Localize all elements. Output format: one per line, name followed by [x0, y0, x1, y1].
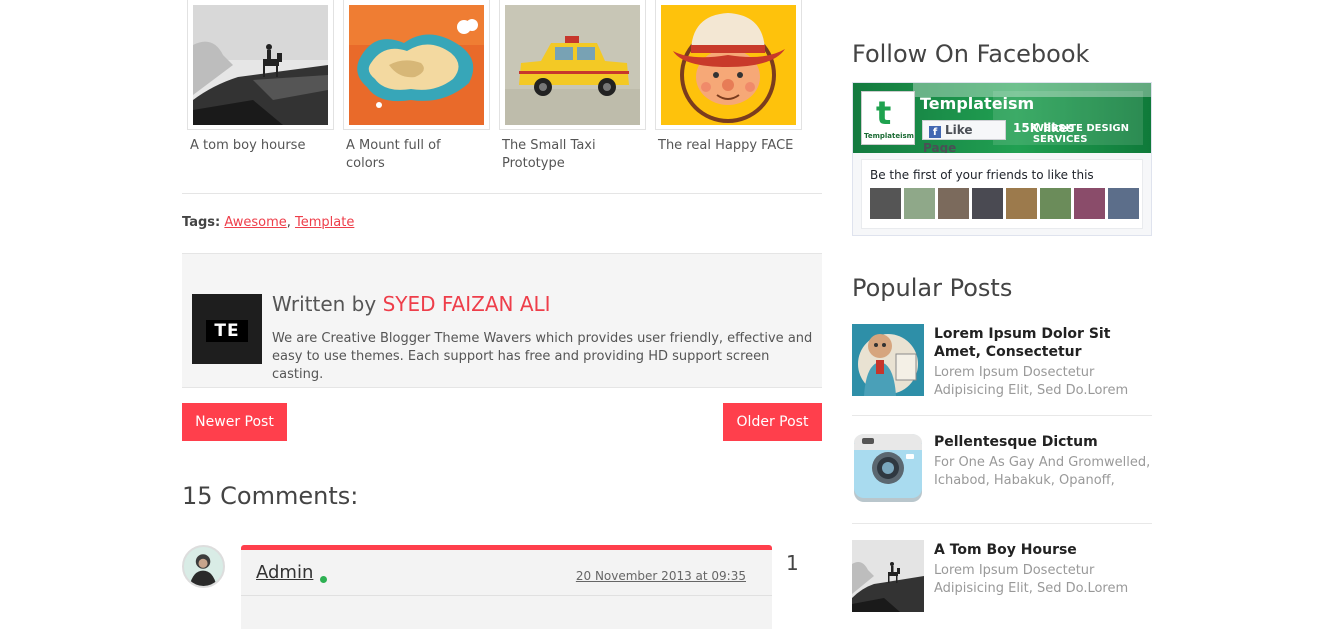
colorful-island-image — [349, 5, 484, 125]
popular-post-description: Lorem Ipsum Dosectetur Adipisicing Elit,… — [934, 365, 1129, 398]
cartoon-man-image — [852, 324, 924, 396]
related-posts: A tom boy hourse A Mount full of colors — [187, 0, 827, 185]
comment-date[interactable]: 20 November 2013 at 09:35 — [576, 569, 746, 583]
divider — [182, 193, 822, 194]
tag-link-template[interactable]: Template — [295, 215, 354, 230]
friend-avatar[interactable] — [972, 188, 1003, 219]
popular-post-description: For One As Gay And Gromwelled, Ichabod, … — [934, 455, 1151, 488]
related-post-image[interactable] — [187, 0, 334, 130]
related-post-image[interactable] — [655, 0, 802, 130]
related-post-title[interactable]: A Mount full of colors — [343, 137, 483, 173]
popular-post-item[interactable]: Lorem Ipsum Dolor Sit Amet, Consectetur … — [852, 324, 1152, 416]
popular-post-description: Lorem Ipsum Dosectetur Adipisicing Elit,… — [934, 563, 1129, 596]
related-post-image[interactable] — [499, 0, 646, 130]
friend-avatar[interactable] — [938, 188, 969, 219]
facebook-cover-image[interactable]: WEBSITE DESIGN SERVICES t Templateism Tem… — [853, 83, 1151, 153]
post-tags: Tags: Awesome, Template — [182, 215, 355, 230]
author-avatar-logo: TE — [206, 320, 248, 342]
written-by-label: Written by — [272, 292, 377, 316]
horse-rider-image — [193, 5, 328, 125]
related-post-image[interactable] — [343, 0, 490, 130]
author-box: TE Written by SYED FAIZAN ALI We are Cre… — [182, 253, 822, 388]
related-post[interactable]: A Mount full of colors — [343, 0, 490, 173]
older-post-button[interactable]: Older Post — [723, 403, 822, 441]
facebook-page-widget: WEBSITE DESIGN SERVICES t Templateism Tem… — [852, 82, 1152, 236]
author-heading: Written by SYED FAIZAN ALI — [272, 292, 551, 316]
friend-avatar[interactable] — [1040, 188, 1071, 219]
comment-number: 1 — [786, 551, 799, 575]
author-avatar: TE — [192, 294, 262, 364]
author-description: We are Creative Blogger Theme Wavers whi… — [272, 331, 813, 382]
camera-icon — [852, 432, 924, 504]
facebook-page-name[interactable]: Templateism — [920, 94, 1034, 113]
popular-post-title[interactable]: Lorem Ipsum Dolor Sit Amet, Consectetur — [934, 325, 1152, 361]
friend-avatar[interactable] — [1108, 188, 1139, 219]
tag-link-awesome[interactable]: Awesome — [224, 215, 286, 230]
facebook-friend-faces — [870, 188, 1142, 223]
related-post-title[interactable]: The real Happy FACE — [655, 137, 795, 155]
popular-post-title[interactable]: A Tom Boy Hourse — [934, 541, 1152, 559]
facebook-friends-text: Be the first of your friends to like thi… — [870, 168, 1094, 182]
related-post[interactable]: A tom boy hourse — [187, 0, 334, 155]
facebook-widget-title: Follow On Facebook — [852, 40, 1090, 68]
comment-box: Admin 20 November 2013 at 09:35 — [241, 545, 772, 629]
popular-post-item[interactable]: Pellentesque Dictum For One As Gay And G… — [852, 432, 1152, 524]
facebook-like-count: 15K likes — [1013, 121, 1075, 135]
tags-label: Tags: — [182, 215, 221, 230]
friend-avatar[interactable] — [1006, 188, 1037, 219]
related-post-title[interactable]: A tom boy hourse — [187, 137, 327, 155]
friend-avatar[interactable] — [870, 188, 901, 219]
templateism-logo[interactable]: t Templateism — [861, 91, 915, 145]
related-post-title[interactable]: The Small Taxi Prototype — [499, 137, 639, 173]
popular-post-thumbnail[interactable] — [852, 324, 924, 396]
cowboy-face-image — [661, 5, 796, 125]
newer-post-button[interactable]: Newer Post — [182, 403, 287, 441]
related-post[interactable]: The real Happy FACE — [655, 0, 802, 155]
popular-post-thumbnail[interactable] — [852, 540, 924, 612]
facebook-icon: f — [929, 126, 941, 138]
popular-post-item[interactable]: A Tom Boy Hourse Lorem Ipsum Dosectetur … — [852, 540, 1152, 629]
author-name[interactable]: SYED FAIZAN ALI — [383, 292, 551, 316]
comment-divider — [241, 595, 772, 596]
friend-avatar[interactable] — [904, 188, 935, 219]
comment-avatar[interactable] — [182, 545, 225, 588]
popular-post-thumbnail[interactable] — [852, 432, 924, 504]
popular-post-title[interactable]: Pellentesque Dictum — [934, 433, 1152, 451]
related-post[interactable]: The Small Taxi Prototype — [499, 0, 646, 173]
online-status-dot — [320, 576, 327, 583]
friend-avatar[interactable] — [1074, 188, 1105, 219]
comments-title: 15 Comments: — [182, 482, 359, 510]
facebook-friends-box: Be the first of your friends to like thi… — [861, 159, 1143, 229]
facebook-like-page-button[interactable]: f Like Page — [922, 120, 1006, 153]
comment-author[interactable]: Admin — [256, 562, 313, 583]
horse-rider-image — [852, 540, 924, 612]
yellow-taxi-image — [505, 5, 640, 125]
popular-posts-title: Popular Posts — [852, 274, 1013, 302]
